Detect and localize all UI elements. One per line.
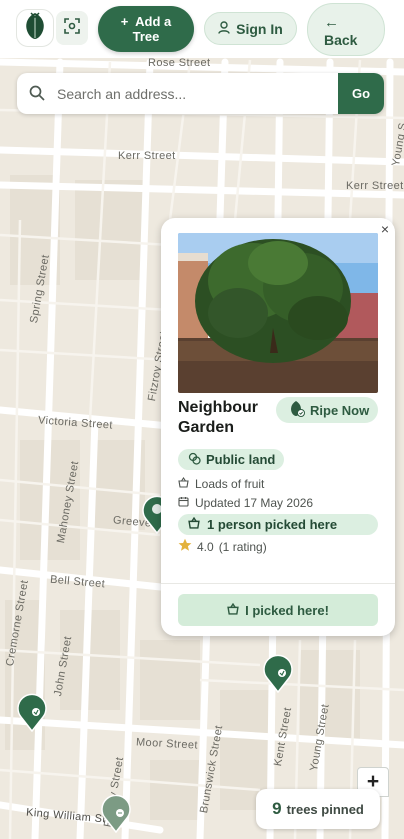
- tree-photo: [178, 233, 378, 393]
- search-icon: [29, 85, 45, 106]
- back-label: Back: [324, 32, 358, 48]
- add-tree-button[interactable]: + Add a Tree: [98, 6, 194, 52]
- calendar-icon: [178, 496, 189, 510]
- trees-pinned-counter: 9 trees pinned: [256, 789, 380, 829]
- rating-value: 4.0: [197, 539, 214, 554]
- top-bar: + Add a Tree Sign In ← Back: [0, 0, 404, 58]
- go-button[interactable]: Go: [338, 73, 384, 114]
- scan-icon: [64, 17, 80, 39]
- picked-count-badge: 1 person picked here: [178, 514, 378, 535]
- address-search-bar: Go: [17, 73, 384, 114]
- tree-title: Neighbour Garden: [178, 399, 258, 436]
- basket-icon: [227, 602, 239, 618]
- yield-row: Loads of fruit: [178, 477, 264, 491]
- basket-icon: [178, 477, 189, 491]
- star-icon: [178, 538, 192, 555]
- sign-in-button[interactable]: Sign In: [204, 12, 297, 45]
- i-picked-here-button[interactable]: I picked here!: [178, 594, 378, 626]
- public-land-icon: [188, 452, 201, 468]
- card-divider: [161, 583, 395, 584]
- scan-button[interactable]: [56, 11, 88, 45]
- updated-row: Updated 17 May 2026: [178, 496, 313, 510]
- search-input[interactable]: [57, 73, 337, 114]
- home-logo-button[interactable]: [16, 9, 54, 47]
- basket-icon: [188, 516, 200, 532]
- rating-count: (1 rating): [218, 539, 267, 554]
- back-button[interactable]: ← Back: [307, 3, 385, 56]
- tree-pin[interactable]: [15, 690, 49, 732]
- tree-logo-icon: [22, 11, 48, 46]
- tree-pin-unripe[interactable]: [99, 791, 133, 833]
- i-picked-here-label: I picked here!: [245, 602, 329, 618]
- rating-row: 4.0 (1 rating): [178, 538, 267, 555]
- updated-text: Updated 17 May 2026: [195, 496, 314, 510]
- picked-count-text: 1 person picked here: [207, 517, 338, 532]
- tree-popup-card: × Neighbour Garden Ripe Now Public land …: [161, 218, 395, 636]
- back-arrow-icon: ←: [324, 14, 339, 31]
- ripe-label: Ripe Now: [310, 402, 370, 418]
- yield-text: Loads of fruit: [195, 477, 265, 491]
- plus-icon: +: [120, 14, 129, 29]
- street-label-kerr-east: Kerr Street: [346, 180, 404, 192]
- sign-in-label: Sign In: [236, 20, 283, 37]
- trees-pinned-count: 9: [272, 799, 282, 818]
- add-tree-label: Add a Tree: [132, 14, 172, 44]
- tree-pin[interactable]: [261, 651, 295, 693]
- street-label-rose: Rose Street: [148, 57, 211, 69]
- public-land-badge: Public land: [178, 449, 284, 470]
- public-land-label: Public land: [206, 452, 276, 467]
- user-icon: [218, 20, 230, 37]
- trees-pinned-label: trees pinned: [286, 801, 364, 817]
- ripe-icon: [289, 400, 305, 421]
- street-label-kerr: Kerr Street: [118, 150, 176, 162]
- ripe-status-badge: Ripe Now: [276, 397, 378, 423]
- close-icon[interactable]: ×: [378, 222, 392, 236]
